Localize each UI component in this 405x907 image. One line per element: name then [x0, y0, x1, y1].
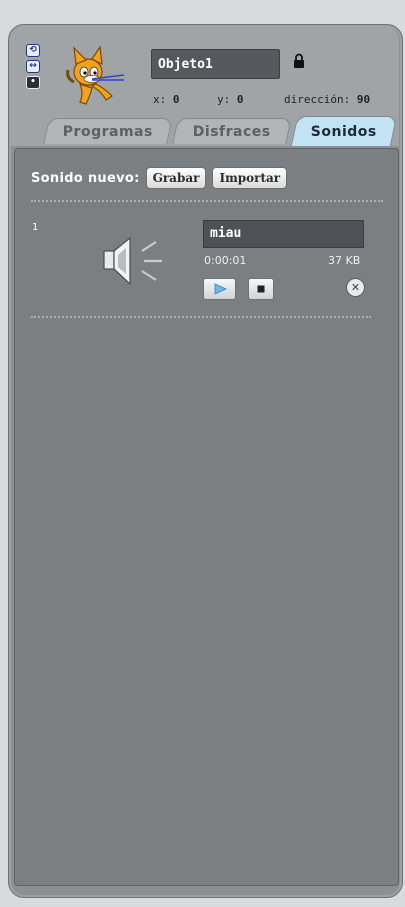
sound-size: 37 KB	[328, 254, 361, 267]
y-value: 0	[236, 93, 244, 106]
new-sound-toolbar: Sonido nuevo: Grabar Importar	[31, 167, 288, 189]
tab-programas[interactable]: Programas	[43, 118, 173, 144]
import-button[interactable]: Importar	[212, 167, 288, 189]
lock-icon[interactable]	[293, 53, 305, 69]
direction-label: dirección:	[284, 93, 351, 106]
tab-label: Programas	[62, 123, 153, 140]
x-coordinate: x: 0	[153, 93, 180, 106]
rotate-icon[interactable]: ⟲	[26, 44, 40, 57]
record-button[interactable]: Grabar	[145, 167, 207, 189]
stop-button[interactable]	[248, 278, 274, 300]
speaker-icon[interactable]	[96, 234, 168, 288]
tab-label: Sonidos	[310, 123, 377, 140]
flip-horizontal-icon[interactable]: ↔	[26, 60, 40, 73]
sprite-thumbnail	[66, 45, 125, 105]
divider	[31, 200, 383, 202]
y-coordinate: y: 0	[217, 93, 244, 106]
delete-sound-button[interactable]: ✕	[346, 278, 365, 297]
no-rotate-icon[interactable]: •	[26, 76, 40, 89]
rotation-style-buttons: ⟲ ↔ •	[26, 44, 42, 92]
x-value: 0	[172, 93, 180, 106]
play-button[interactable]	[203, 278, 236, 300]
sound-name-field[interactable]: miau	[203, 220, 364, 248]
direction-readout: dirección: 90	[284, 93, 370, 106]
play-icon	[214, 283, 227, 295]
tab-label: Disfraces	[192, 123, 271, 140]
sound-duration: 0:00:01	[204, 254, 247, 267]
stop-icon	[257, 285, 265, 293]
divider	[31, 316, 371, 318]
tab-disfraces[interactable]: Disfraces	[172, 118, 292, 144]
tab-sonidos[interactable]: Sonidos	[290, 116, 398, 146]
new-sound-label: Sonido nuevo:	[31, 170, 140, 186]
y-label: y:	[217, 93, 231, 106]
close-icon: ✕	[350, 281, 361, 294]
sprite-name-field[interactable]: Objeto1	[151, 49, 280, 79]
direction-value: 90	[356, 93, 371, 106]
sound-index: 1	[32, 222, 39, 233]
tab-bar: Programas Disfraces Sonidos	[0, 116, 405, 148]
x-label: x:	[153, 93, 167, 106]
